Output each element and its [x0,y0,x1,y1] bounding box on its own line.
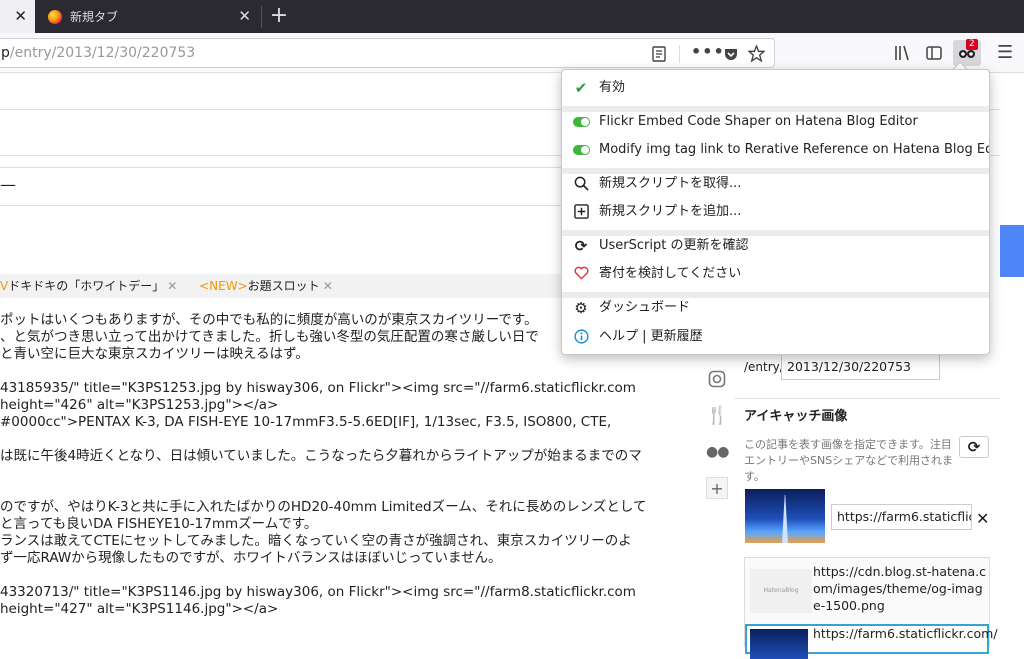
menu-item-donate[interactable]: 寄付を検討してください [562,260,989,288]
tag-text: お題スロット [247,279,320,293]
image-candidate-list: HatenaBlog https://cdn.blog.st-hatena.co… [744,557,998,659]
nav-bar: p/entry/2013/12/30/220753 ••• 2 ☰ [0,33,1024,73]
close-icon[interactable]: ✕ [238,8,251,24]
info-icon [572,329,590,345]
search-icon [572,176,590,192]
tab-bar: ✕ 新規タブ ✕ + [0,0,1024,33]
url-text: p/entry/2013/12/30/220753 [1,45,195,61]
eyecatch-description: この記事を表す画像を指定できます。注目エントリーやSNSシェアなどで利用されます… [744,438,953,483]
right-panel: /entry/ 2013/12/30/220753 アイキャッチ画像 この記事を… [735,345,1000,659]
tag-item[interactable]: Vドキドキの「ホワイトデー」 ✕ [0,279,177,293]
tab-divider [261,6,262,28]
eyecatch-thumbnail [745,489,825,543]
reader-view-icon[interactable] [651,46,667,62]
menu-item-label: Modify img tag link to Rerative Referenc… [599,142,990,157]
add-square-icon [572,204,590,220]
url-divider [679,45,680,63]
divider [735,398,1000,399]
library-icon[interactable] [893,44,911,62]
tag-text: ドキドキの「ホワイトデー」 [8,279,165,293]
editor-line: 43185935/" title="K3PS1253.jpg by hisway… [0,380,636,396]
menu-item-label: ダッシュボード [599,300,691,315]
url-bar[interactable]: p/entry/2013/12/30/220753 ••• [0,38,775,68]
flickr-icon[interactable]: ●● [706,441,729,463]
title-dash: — [0,175,16,194]
heart-icon [572,266,590,282]
addon-badge: 2 [966,39,978,50]
food-icon[interactable]: 🍴 [706,405,728,427]
eyecatch-url-input[interactable]: https://farm6.staticflickr [831,504,972,530]
image-candidate-selected[interactable]: https://farm6.staticflickr.com/ [745,624,998,659]
side-scroll-accent[interactable] [1000,225,1024,277]
editor-line: は既に午後4時近くとなり、日は傾いていました。こうなったら夕暮れからライトアップ… [0,448,642,464]
candidate-thumbnail [750,629,808,659]
toggle-on-icon[interactable] [573,145,590,155]
menu-item-label: 新規スクリプトを取得... [599,176,742,191]
pocket-icon[interactable] [723,46,739,62]
menu-item-dashboard[interactable]: ⚙ ダッシュボード [562,294,989,322]
editor-line: と言っても良いDA FISHEYE10-17mmズームです。 [0,516,318,532]
menu-item-get-scripts[interactable]: 新規スクリプトを取得... [562,170,989,198]
menu-item-add-script[interactable]: 新規スクリプトを追加... [562,198,989,226]
userscript-menu: ✔ 有効 Flickr Embed Code Shaper on Hatena … [561,69,990,355]
editor-textarea[interactable]: ポットはいくつもありますが、その中でも私的に頻度が高いのが東京スカイツリーです。… [0,312,680,618]
bookmark-star-icon[interactable] [748,45,765,62]
tower-graphic [782,495,788,543]
menu-item-script[interactable]: Flickr Embed Code Shaper on Hatena Blog … [562,108,989,136]
refresh-button[interactable]: ⟳ [959,436,989,458]
tab-new[interactable]: 新規タブ ✕ [36,0,261,33]
eyecatch-heading: アイキャッチ画像 [744,409,848,424]
url-path: /entry/2013/12/30/220753 [9,45,196,61]
tag-new-label: <NEW> [199,279,248,293]
editor-line: ランスは敢えてCTEにセットしてみました。暗くなっていく空の青さが強調され、東京… [0,533,632,549]
menu-item-label: UserScript の更新を確認 [599,238,749,253]
candidate-url: https://farm6.staticflickr.com/ [813,626,998,641]
menu-item-check-updates[interactable]: ⟳ UserScript の更新を確認 [562,232,989,260]
editor-line: ず一応RAWから現像したものですが、ホワイトバランスはほぼいじっていません。 [0,550,502,566]
instagram-icon[interactable] [706,370,728,392]
tab-new-label: 新規タブ [70,10,119,24]
candidate-url: https://cdn.blog.st-hatena.com/images/th… [813,564,986,613]
close-icon[interactable]: ✕ [976,509,989,528]
menu-item-label: 寄付を検討してください [599,266,742,281]
image-candidate[interactable]: HatenaBlog https://cdn.blog.st-hatena.co… [745,558,989,622]
editor-line: のですが、やはりK-3と共に手に入れたばかりのHD20-40mm Limited… [0,499,647,515]
tag-close-icon[interactable]: ✕ [167,279,177,293]
editor-line: #0000cc">PENTAX K-3, DA FISH-EYE 10-17mm… [0,414,612,430]
gear-icon: ⚙ [574,299,588,317]
entry-label: /entry/ [744,360,784,374]
tab-current[interactable]: ✕ [0,0,35,33]
firefox-icon [48,9,62,24]
menu-item-label: ヘルプ | 更新履歴 [599,329,703,344]
menu-item-help[interactable]: ヘルプ | 更新履歴 [562,323,989,351]
editor-line: height="426" alt="K3PS1253.jpg"></a> [0,397,279,413]
entry-url-input[interactable]: 2013/12/30/220753 [781,354,940,380]
new-tab-button[interactable]: + [268,3,290,29]
editor-line: 43320713/" title="K3PS1146.jpg by hisway… [0,584,636,600]
menu-item-label: 有効 [599,80,626,95]
add-service-icon[interactable]: + [706,477,728,499]
tag-item[interactable]: <NEW>お題スロット ✕ [199,279,333,293]
menu-item-label: Flickr Embed Code Shaper on Hatena Blog … [599,114,918,129]
check-icon: ✔ [574,79,588,97]
url-host: p [1,45,10,61]
menu-item-script[interactable]: Modify img tag link to Rerative Referenc… [562,136,990,164]
more-actions-icon[interactable]: ••• [691,42,725,61]
menu-item-label: 新規スクリプトを追加... [599,204,742,219]
tag-close-icon[interactable]: ✕ [323,279,333,293]
menu-item-enabled[interactable]: ✔ 有効 [562,74,989,102]
candidate-thumbnail: HatenaBlog [750,569,812,613]
toggle-on-icon[interactable] [573,117,590,127]
close-icon[interactable]: ✕ [14,8,27,24]
menu-icon[interactable]: ☰ [997,42,1013,63]
editor-line: height="427" alt="K3PS1146.jpg"></a> [0,601,279,617]
refresh-icon: ⟳ [574,237,588,255]
sidebar-icon[interactable] [925,44,943,62]
tag-new-label: V [0,279,9,293]
